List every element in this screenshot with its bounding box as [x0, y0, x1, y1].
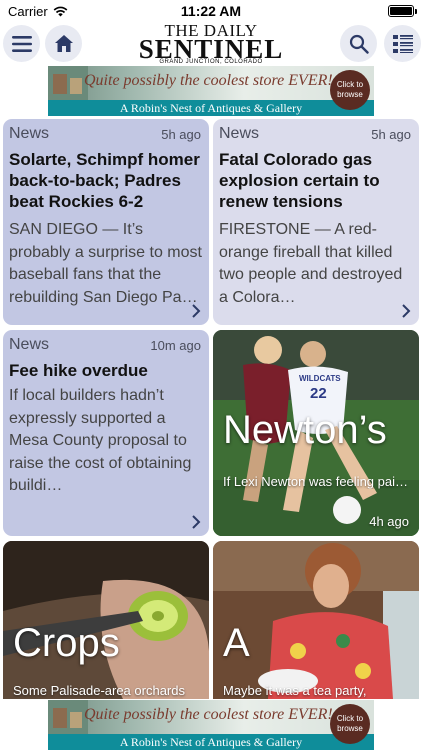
card-category: News [219, 125, 260, 142]
card-summary: SAN DIEGO — It’s probably a surprise to … [9, 221, 202, 306]
search-button[interactable] [340, 25, 377, 62]
photo-story-card[interactable]: A Maybe it was a tea party, [213, 541, 419, 699]
menu-button[interactable] [3, 25, 40, 62]
ad-banner-bottom[interactable]: Quite possibly the coolest store EVER! A… [48, 700, 374, 750]
card-headline: Fee hike overdue [9, 361, 148, 380]
hamburger-icon [11, 35, 32, 52]
card-time: 5h ago [371, 127, 411, 142]
ad-store-name: A Robin's Nest of Antiques & Gallery [48, 734, 374, 750]
story-title: Crops [13, 621, 120, 665]
photo-story-card[interactable]: Crops Some Palisade-area orchards [3, 541, 209, 699]
card-headline: Fatal Colorado gas explosion certain to … [219, 150, 380, 211]
chevron-right-icon[interactable] [399, 303, 413, 319]
status-time: 11:22 AM [180, 3, 242, 19]
ad-headline: Quite possibly the coolest store EVER! [84, 706, 333, 723]
card-summary: FIRESTONE — A red-orange fireball that k… [219, 221, 403, 306]
ad-store-name: A Robin's Nest of Antiques & Gallery [48, 100, 374, 116]
sections-button[interactable] [384, 25, 421, 62]
news-card[interactable]: News 5h ago Fatal Colorado gas explosion… [213, 119, 419, 325]
card-time: 5h ago [161, 127, 201, 142]
ad-headline: Quite possibly the coolest store EVER! [84, 72, 333, 89]
news-card[interactable]: News 10m ago Fee hike overdue If local b… [3, 330, 209, 536]
nav-bar: THE DAILY SENTINEL GRAND JUNCTION, COLOR… [0, 22, 422, 66]
masthead-logo[interactable]: THE DAILY SENTINEL GRAND JUNCTION, COLOR… [128, 22, 294, 66]
tea-party-photo [213, 541, 419, 699]
status-bar: Carrier 11:22 AM [0, 0, 422, 22]
home-button[interactable] [45, 25, 82, 62]
story-caption: If Lexi Newton was feeling pain from the… [223, 474, 411, 489]
search-icon [349, 34, 369, 54]
chevron-right-icon[interactable] [189, 514, 203, 530]
ad-click-button[interactable]: Click to browse [330, 70, 370, 110]
ad-banner-top[interactable]: Quite possibly the coolest store EVER! A… [48, 66, 374, 116]
card-category: News [9, 125, 50, 142]
masthead-main: SENTINEL [138, 34, 284, 64]
battery-icon [388, 5, 417, 17]
ad-click-button[interactable]: Click to browse [330, 704, 370, 744]
card-headline: Solarte, Schimpf homer back-to-back; Pad… [9, 150, 200, 211]
card-summary: If local builders hadn’t expressly suppo… [9, 387, 192, 494]
home-icon [54, 35, 73, 52]
photo-story-card[interactable]: 22 WILDCATS Newton’s If Lexi Newton was … [213, 330, 419, 536]
card-category: News [9, 336, 50, 353]
story-caption: Maybe it was a tea party, [223, 683, 367, 698]
story-caption: Some Palisade-area orchards [13, 683, 185, 698]
story-title: A [223, 621, 250, 665]
news-card[interactable]: News 5h ago Solarte, Schimpf homer back-… [3, 119, 209, 325]
story-title: Newton’s [223, 408, 387, 452]
story-time: 4h ago [369, 514, 409, 529]
jersey-team: WILDCATS [299, 374, 341, 383]
card-time: 10m ago [150, 338, 201, 353]
jersey-number: 22 [310, 385, 327, 402]
chevron-right-icon[interactable] [189, 303, 203, 319]
list-icon [392, 34, 413, 53]
crops-photo [3, 541, 209, 699]
